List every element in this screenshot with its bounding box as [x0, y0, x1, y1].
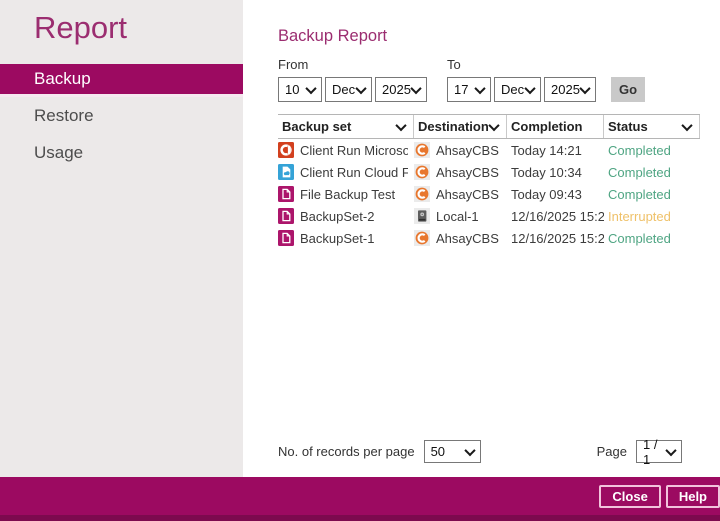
ahsaycbs-icon	[414, 186, 430, 202]
office-icon	[278, 142, 294, 158]
main-panel: Backup Report From 10 Dec	[243, 0, 720, 477]
status-badge: Interrupted	[604, 209, 700, 224]
file-icon	[278, 230, 294, 246]
column-header-destination[interactable]: Destination	[414, 115, 507, 138]
sidebar: Report Backup Restore Usage	[0, 0, 243, 477]
column-header-backup-set[interactable]: Backup set	[278, 115, 414, 138]
table-row[interactable]: BackupSet-2 Local-1 12/16/2025 15:23 Int…	[278, 205, 700, 227]
table-row[interactable]: BackupSet-1 AhsayCBS 12/16/2025 15:20 Co…	[278, 227, 700, 249]
page-title: Report	[0, 0, 243, 46]
from-year-select[interactable]: 2025	[375, 77, 427, 102]
section-title: Backup Report	[278, 27, 720, 46]
table-row[interactable]: Client Run Microsoft 3... AhsayCBS Today…	[278, 139, 700, 161]
sort-chevron-icon	[488, 119, 499, 130]
sidebar-item-backup[interactable]: Backup	[0, 64, 243, 94]
to-date-group: To 17 Dec 2025	[447, 57, 596, 102]
table-row[interactable]: File Backup Test AhsayCBS Today 09:43 Co…	[278, 183, 700, 205]
go-button[interactable]: Go	[611, 77, 645, 102]
ahsaycbs-icon	[414, 230, 430, 246]
chevron-down-icon	[665, 444, 676, 455]
sidebar-item-label: Backup	[34, 69, 91, 88]
backup-report-table: Backup set Destination Completion Status	[278, 114, 700, 249]
sidebar-item-usage[interactable]: Usage	[0, 138, 243, 168]
status-badge: Completed	[604, 231, 700, 246]
page-label: Page	[597, 444, 627, 459]
sidebar-menu: Backup Restore Usage	[0, 64, 243, 168]
ahsaycbs-icon	[414, 142, 430, 158]
from-label: From	[278, 57, 427, 72]
chevron-down-icon	[355, 82, 366, 93]
help-button[interactable]: Help	[666, 485, 720, 508]
cloud-file-icon	[278, 164, 294, 180]
records-per-page-label: No. of records per page	[278, 444, 415, 459]
close-button[interactable]: Close	[599, 485, 660, 508]
status-badge: Completed	[604, 165, 700, 180]
status-badge: Completed	[604, 187, 700, 202]
sort-chevron-icon	[681, 119, 692, 130]
to-day-select[interactable]: 17	[447, 77, 491, 102]
pagination-bar: No. of records per page 50 Page 1 / 1	[278, 440, 682, 463]
status-badge: Completed	[604, 143, 700, 158]
from-date-group: From 10 Dec 2025	[278, 57, 427, 102]
chevron-down-icon	[410, 82, 421, 93]
table-header: Backup set Destination Completion Status	[278, 114, 700, 139]
from-month-select[interactable]: Dec	[325, 77, 372, 102]
to-month-select[interactable]: Dec	[494, 77, 541, 102]
chevron-down-icon	[524, 82, 535, 93]
sidebar-item-restore[interactable]: Restore	[0, 101, 243, 131]
backup-report-window: Report Backup Restore Usage Backup Repor…	[0, 0, 720, 521]
footer-bar: Close Help	[0, 477, 720, 521]
chevron-down-icon	[579, 82, 590, 93]
sort-chevron-icon	[395, 119, 406, 130]
to-label: To	[447, 57, 596, 72]
column-header-completion: Completion	[507, 115, 604, 138]
file-icon	[278, 186, 294, 202]
local-disk-icon	[414, 208, 430, 224]
date-filter-bar: From 10 Dec 2025	[278, 57, 720, 102]
chevron-down-icon	[474, 82, 485, 93]
file-icon	[278, 208, 294, 224]
records-per-page-select[interactable]: 50	[424, 440, 481, 463]
table-row[interactable]: Client Run Cloud File ... AhsayCBS Today…	[278, 161, 700, 183]
sidebar-item-label: Restore	[34, 106, 94, 125]
to-year-select[interactable]: 2025	[544, 77, 596, 102]
column-header-status[interactable]: Status	[604, 115, 700, 138]
chevron-down-icon	[305, 82, 316, 93]
page-select[interactable]: 1 / 1	[636, 440, 682, 463]
from-day-select[interactable]: 10	[278, 77, 322, 102]
ahsaycbs-icon	[414, 164, 430, 180]
chevron-down-icon	[464, 444, 475, 455]
sidebar-item-label: Usage	[34, 143, 83, 162]
